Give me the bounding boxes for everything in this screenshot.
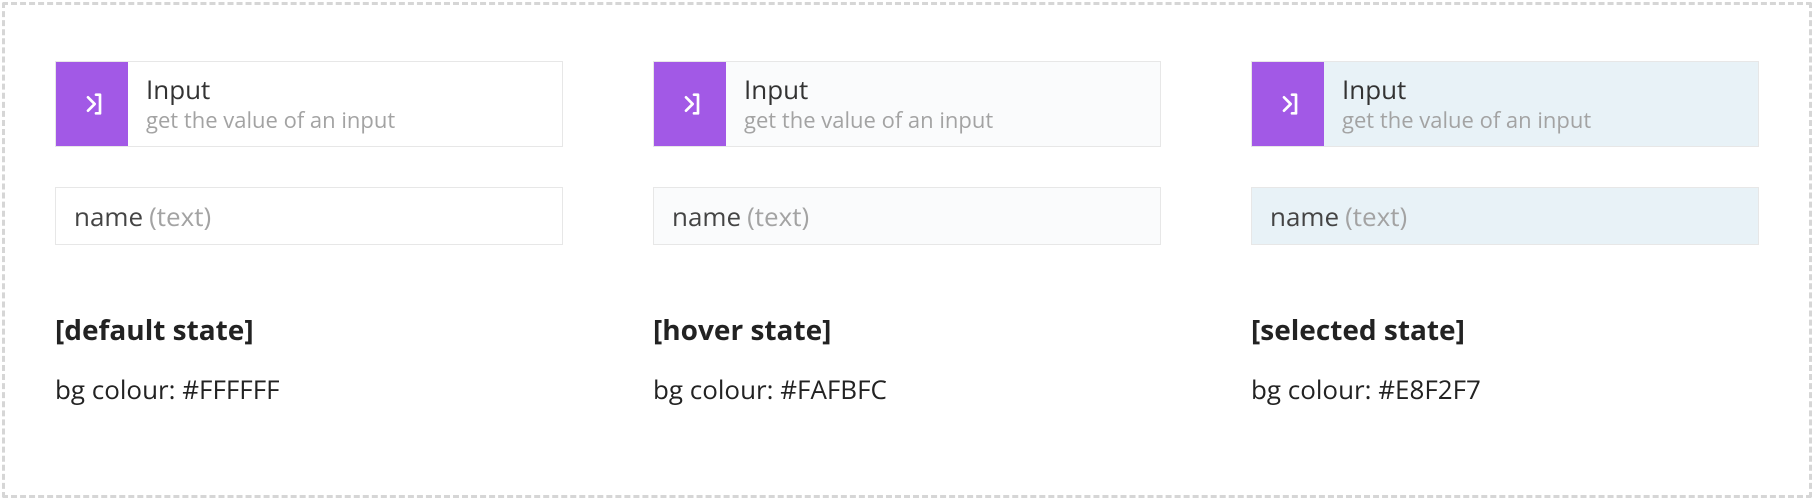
input-card-title: Input [744,74,1160,105]
input-card-title: Input [1342,74,1758,105]
field-type: (text) [149,198,211,234]
bg-colour-label: bg colour: #E8F2F7 [1251,371,1759,407]
state-label: [selected state] [1251,311,1759,349]
enter-icon [76,88,108,120]
state-column-hover: Input get the value of an input name (te… [653,61,1161,455]
input-card-text: Input get the value of an input [726,62,1160,146]
spec-frame: Input get the value of an input name (te… [2,2,1812,498]
field-chip[interactable]: name (text) [55,187,563,245]
field-type: (text) [747,198,809,234]
field-name: name [1270,198,1339,234]
input-card-subtitle: get the value of an input [146,107,562,133]
input-icon-box [654,62,726,146]
enter-icon [1272,88,1304,120]
input-card-subtitle: get the value of an input [744,107,1160,133]
state-label: [hover state] [653,311,1161,349]
enter-icon [674,88,706,120]
input-icon-box [1252,62,1324,146]
bg-colour-label: bg colour: #FAFBFC [653,371,1161,407]
input-card-text: Input get the value of an input [1324,62,1758,146]
bg-colour-label: bg colour: #FFFFFF [55,371,563,407]
field-type: (text) [1345,198,1407,234]
state-column-default: Input get the value of an input name (te… [55,61,563,455]
input-card-subtitle: get the value of an input [1342,107,1758,133]
input-card-title: Input [146,74,562,105]
input-card-text: Input get the value of an input [128,62,562,146]
state-column-selected: Input get the value of an input name (te… [1251,61,1759,455]
input-card[interactable]: Input get the value of an input [1251,61,1759,147]
state-label: [default state] [55,311,563,349]
input-card[interactable]: Input get the value of an input [653,61,1161,147]
input-card[interactable]: Input get the value of an input [55,61,563,147]
field-name: name [672,198,741,234]
field-chip[interactable]: name (text) [1251,187,1759,245]
field-chip[interactable]: name (text) [653,187,1161,245]
input-icon-box [56,62,128,146]
field-name: name [74,198,143,234]
